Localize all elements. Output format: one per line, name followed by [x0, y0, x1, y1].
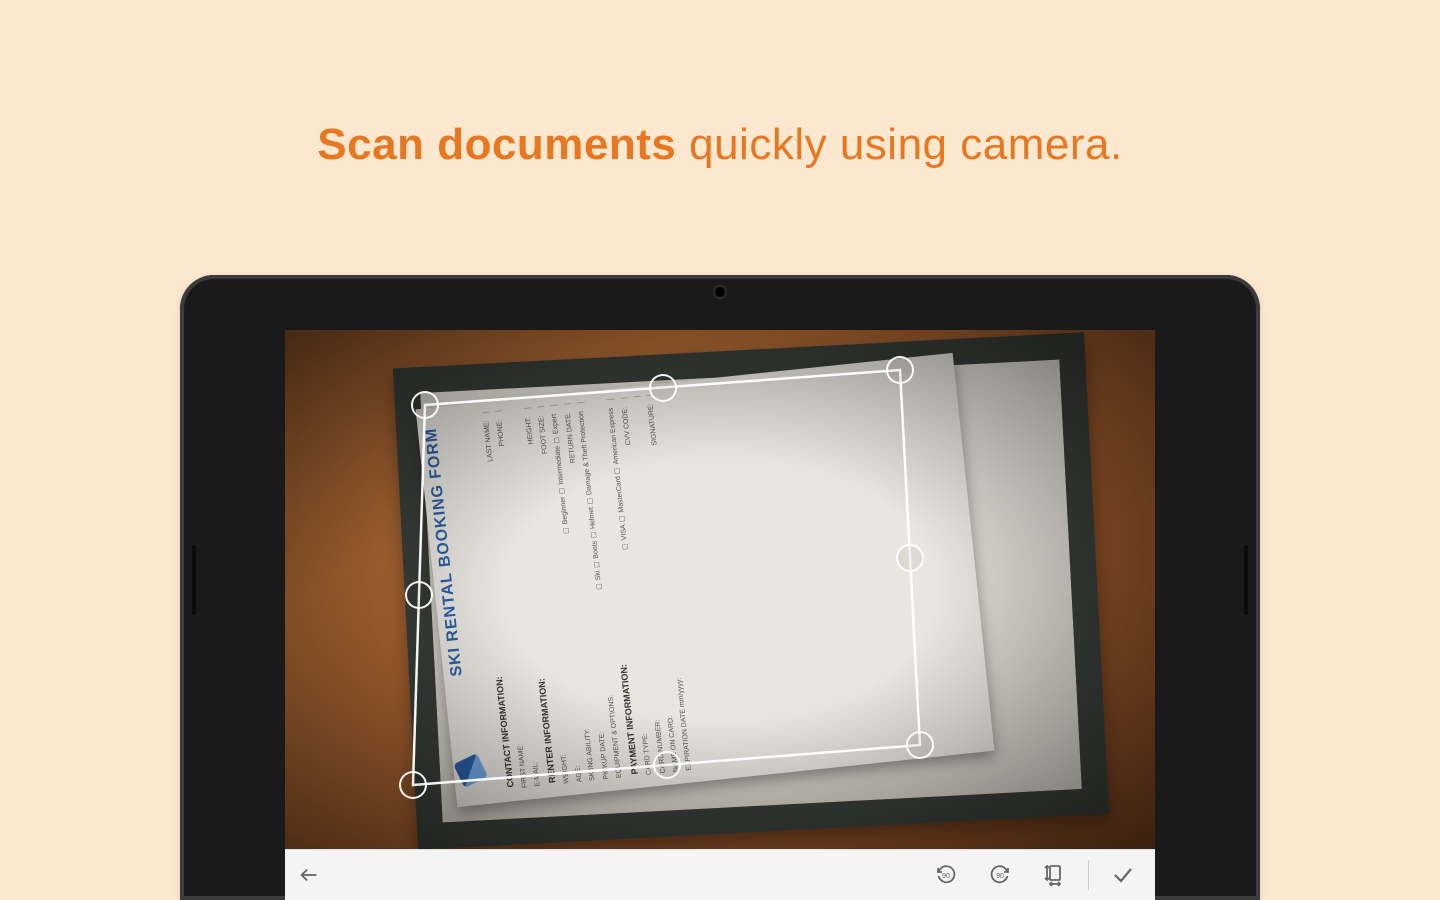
tablet-screen: SKI RENTAL BOOKING FORM CONTACT INFORMAT…	[285, 330, 1155, 900]
headline-light: quickly using camera.	[676, 120, 1122, 169]
crop-handle-tl[interactable]	[411, 391, 439, 419]
document-logo-icon	[453, 753, 488, 788]
crop-handle-l[interactable]	[405, 581, 433, 609]
crop-handle-b[interactable]	[653, 751, 681, 779]
tablet-frame: SKI RENTAL BOOKING FORM CONTACT INFORMAT…	[180, 275, 1260, 900]
back-button[interactable]	[285, 851, 333, 899]
svg-text:90: 90	[942, 873, 950, 880]
headline: Scan documents quickly using camera.	[0, 120, 1440, 170]
tablet-speaker-right	[1244, 545, 1248, 615]
camera-viewport[interactable]: SKI RENTAL BOOKING FORM CONTACT INFORMAT…	[285, 330, 1155, 850]
crop-handle-tr[interactable]	[886, 356, 914, 384]
crop-handle-r[interactable]	[896, 544, 924, 572]
toolbar-divider	[1088, 860, 1089, 890]
arrow-left-icon	[298, 864, 320, 886]
rotate-cw-icon: 90	[988, 863, 1012, 887]
svg-text:90: 90	[996, 873, 1004, 880]
tablet-speaker-left	[192, 545, 196, 615]
confirm-button[interactable]	[1099, 851, 1147, 899]
check-icon	[1111, 863, 1135, 887]
fit-page-button[interactable]	[1030, 851, 1078, 899]
headline-bold: Scan documents	[317, 120, 676, 169]
crop-handle-t[interactable]	[649, 374, 677, 402]
fit-page-icon	[1042, 863, 1066, 887]
promo-stage: Scan documents quickly using camera. SKI…	[0, 0, 1440, 900]
rotate-right-button[interactable]: 90	[976, 851, 1024, 899]
crop-handle-bl[interactable]	[399, 771, 427, 799]
tablet-camera-dot	[715, 287, 725, 297]
scan-toolbar: 90 90	[285, 849, 1155, 900]
crop-handle-br[interactable]	[906, 731, 934, 759]
rotate-left-button[interactable]: 90	[922, 851, 970, 899]
rotate-ccw-icon: 90	[934, 863, 958, 887]
